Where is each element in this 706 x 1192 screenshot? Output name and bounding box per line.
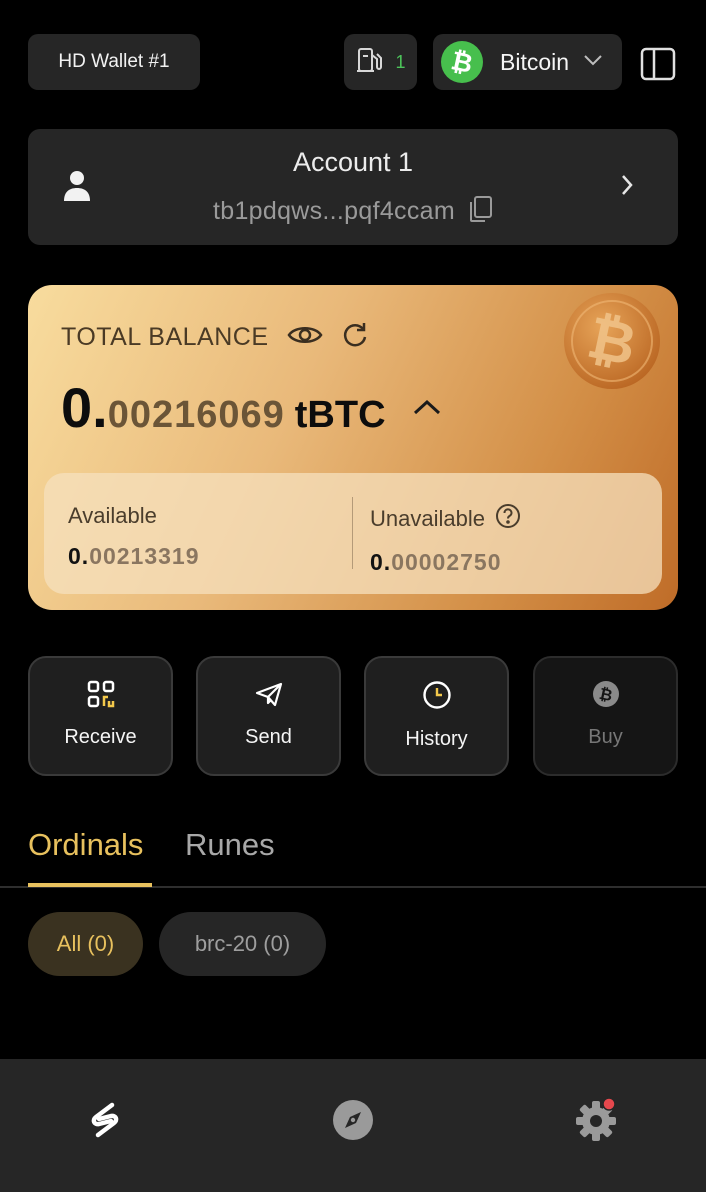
action-buttons: Receive Send History ₿ Buy (28, 656, 678, 776)
available-decimal: 00213319 (89, 543, 200, 569)
tab-ordinals[interactable]: Ordinals (28, 827, 143, 863)
top-bar: HD Wallet #1 1 ₿ Bitcoin (0, 0, 706, 110)
settings-gear-icon[interactable] (573, 1097, 619, 1143)
history-label: History (405, 728, 468, 750)
history-button[interactable]: History (364, 656, 509, 776)
bitcoin-logo-icon: ₿ (441, 41, 483, 83)
chevron-right-icon (620, 173, 634, 202)
available-integer: 0. (68, 543, 90, 569)
filter-all-chip[interactable]: All (0) (28, 912, 143, 976)
svg-text:₿: ₿ (449, 47, 475, 77)
balance-integer: 0. (61, 376, 108, 439)
wallet-selector-button[interactable]: HD Wallet #1 (28, 34, 200, 90)
chevron-down-icon (583, 53, 603, 71)
tab-runes[interactable]: Runes (185, 827, 275, 863)
chevron-up-icon[interactable] (412, 398, 442, 421)
compass-icon[interactable] (330, 1097, 376, 1143)
buy-label: Buy (588, 726, 623, 748)
balance-decimal: 00216069 (107, 394, 285, 436)
total-balance-header: TOTAL BALANCE (61, 321, 369, 354)
balance-breakdown: Available 0.00213319 Unavailable 0.00002 (44, 473, 662, 594)
wallet-label: HD Wallet #1 (58, 51, 170, 72)
clock-icon (422, 680, 452, 715)
bitcoin-coin-decoration-icon: ₿ (562, 289, 662, 393)
gas-count: 1 (395, 51, 406, 72)
available-balance: Available 0.00213319 (68, 503, 200, 570)
bottom-navigation (0, 1059, 706, 1192)
balance-card: ₿ TOTAL BALANCE 0. 00216069 tBTC Availab… (28, 285, 678, 610)
unavailable-label: Unavailable (370, 506, 485, 531)
copy-icon[interactable] (469, 195, 493, 228)
account-card[interactable]: Account 1 tb1pdqws...pqf4ccam (28, 129, 678, 245)
active-tab-indicator (28, 883, 152, 887)
filter-brc20-label: brc-20 (0) (194, 931, 291, 956)
sidebar-toggle-icon[interactable] (640, 46, 676, 82)
chain-selector-button[interactable]: ₿ Bitcoin (433, 34, 622, 90)
filter-brc20-chip[interactable]: brc-20 (0) (159, 912, 326, 976)
wallet-logo-icon[interactable] (82, 1097, 128, 1143)
total-balance-amount: 0. 00216069 tBTC (61, 375, 442, 440)
buy-button[interactable]: ₿ Buy (533, 656, 678, 776)
send-label: Send (245, 726, 292, 748)
asset-tabs: Ordinals Runes (0, 820, 706, 888)
balance-unit: tBTC (294, 394, 386, 436)
bitcoin-coin-icon: ₿ (592, 680, 620, 713)
account-name: Account 1 (292, 147, 414, 177)
paper-plane-icon (254, 680, 284, 713)
available-label: Available (68, 503, 157, 528)
eye-icon[interactable] (286, 323, 323, 352)
total-balance-label: TOTAL BALANCE (61, 323, 269, 351)
send-button[interactable]: Send (196, 656, 341, 776)
refresh-icon[interactable] (341, 321, 369, 354)
qr-code-icon (87, 680, 115, 713)
unavailable-balance: Unavailable 0.00002750 (370, 503, 521, 576)
account-address-row: tb1pdqws...pqf4ccam (28, 195, 678, 228)
account-address: tb1pdqws...pqf4ccam (213, 197, 455, 225)
help-circle-icon[interactable] (495, 503, 521, 535)
filter-all-label: All (0) (56, 931, 115, 956)
unavailable-integer: 0. (370, 549, 392, 575)
notification-dot (602, 1097, 616, 1111)
receive-label: Receive (64, 726, 137, 748)
divider (352, 497, 353, 569)
gas-fee-button[interactable]: 1 (344, 34, 417, 90)
gas-pump-icon (355, 46, 383, 79)
unavailable-decimal: 00002750 (391, 549, 502, 575)
receive-button[interactable]: Receive (28, 656, 173, 776)
chain-name: Bitcoin (500, 48, 570, 75)
